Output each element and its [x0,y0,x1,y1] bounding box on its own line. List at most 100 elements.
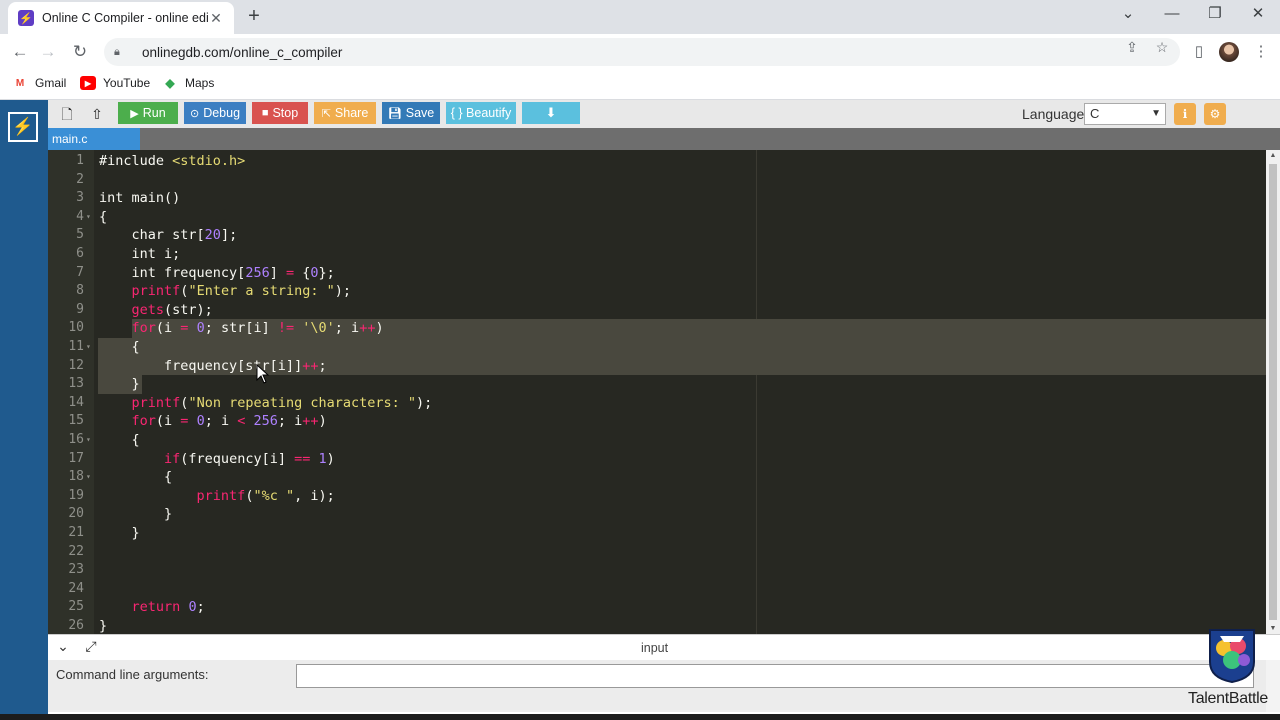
code-line[interactable]: 11 ▾ { [48,338,1266,357]
code-line[interactable]: 3 int main() [48,189,1266,208]
onlinegdb-logo-icon[interactable]: ⚡ [8,112,38,142]
code-line[interactable]: 14 printf("Non repeating characters: "); [48,394,1266,413]
download-button[interactable]: ⬇ [522,102,580,124]
code-line[interactable]: 19 printf("%c ", i); [48,487,1266,506]
tab-close-icon[interactable]: ✕ [208,10,224,27]
forward-arrow-icon[interactable]: → [36,40,60,64]
code-token: printf [131,394,181,411]
expand-icon[interactable]: ⤢ [82,638,100,655]
code-line[interactable]: 5 char str[20]; [48,226,1266,245]
minimize-button[interactable]: — [1152,4,1192,24]
collapse-chevron-icon[interactable]: ⌄ [54,638,72,655]
code-token: == [294,450,311,467]
tab-search-icon[interactable]: ⌄ [1108,4,1148,24]
run-label: Run [142,106,166,120]
io-panel-header: ⌄ ⤢ input [48,634,1280,660]
bookmark-label: YouTube [103,76,151,90]
screen: ⚡ Online C Compiler - online editor ✕ + … [0,0,1280,720]
browser-menu-icon[interactable]: ⋮ [1249,40,1273,64]
fold-arrow-icon[interactable]: ▾ [86,208,91,227]
code-token: gets [131,301,165,318]
code-line[interactable]: 20 } [48,505,1266,524]
code-line[interactable]: 15 for(i = 0; i < 256; i++) [48,412,1266,431]
url-omnibox[interactable]: 🔒︎ onlinegdb.com/online_c_compiler [104,38,1180,66]
save-icon: 💾︎ [387,107,402,120]
talentbattle-watermark: TalentBattle [1186,626,1276,714]
input-tab-label[interactable]: input [641,641,668,655]
line-number: 9 [76,301,84,317]
browser-tab[interactable]: ⚡ Online C Compiler - online editor ✕ [8,2,234,34]
debug-button[interactable]: ⊙ Debug [184,102,246,124]
save-button[interactable]: 💾︎ Save [382,102,440,124]
code-line[interactable]: 21 } [48,524,1266,543]
fold-arrow-icon[interactable]: ▾ [86,431,91,450]
code-token: , i); [294,487,335,504]
tab-main-c[interactable]: main.c [48,128,140,150]
share-button[interactable]: ⇱ Share [314,102,376,124]
command-line-arguments-label: Command line arguments: [56,667,209,682]
code-line[interactable]: 26} [48,617,1266,634]
code-line[interactable]: 16 ▾ { [48,431,1266,450]
code-editor[interactable]: 1 #include <stdio.h> 2 3 int main() 4 ▾{5 char… [48,150,1266,634]
code-line[interactable]: 12 frequency[str[i]]++; [48,357,1266,376]
scroll-up-icon[interactable]: ▲ [1266,152,1280,159]
new-tab-button[interactable]: + [244,6,264,26]
code-line[interactable]: 7 int frequency[256] = {0}; [48,264,1266,283]
code-line[interactable]: 23 [48,561,1266,580]
code-line[interactable]: 2 [48,171,1266,190]
beautify-button[interactable]: { } Beautify [446,102,516,124]
share-page-icon[interactable]: ⇪ [1123,39,1141,56]
code-line[interactable]: 8 printf("Enter a string: "); [48,282,1266,301]
bookmark-maps[interactable]: ◆ Maps [162,76,214,90]
back-arrow-icon[interactable]: ← [8,40,32,64]
scrollbar-thumb[interactable] [1269,164,1277,620]
code-line[interactable]: 10 for(i = 0; str[i] != '\0'; i++) [48,319,1266,338]
bookmark-star-icon[interactable]: ☆ [1153,39,1171,56]
command-line-arguments-input[interactable] [296,664,1254,688]
bookmark-gmail[interactable]: M Gmail [12,76,67,90]
code-line[interactable]: 24 [48,580,1266,599]
code-line[interactable]: 22 [48,543,1266,562]
language-select[interactable]: C ▼ [1084,103,1166,125]
stop-button[interactable]: ■ Stop [252,102,308,124]
fold-arrow-icon[interactable]: ▾ [86,338,91,357]
code-token: } [99,506,173,523]
lock-icon[interactable]: 🔒︎ [114,46,128,59]
code-line[interactable]: 4 ▾ { [48,208,1266,227]
upload-icon[interactable]: ⇧ [86,104,108,124]
code-text: { [99,468,172,487]
info-icon[interactable]: ℹ [1174,103,1196,125]
code-text: printf("Enter a string: "); [99,282,352,301]
code-line[interactable]: 1 #include <stdio.h> [48,152,1266,171]
code-line[interactable]: 13 } [48,375,1266,394]
stop-label: Stop [272,106,299,120]
code-token: 256 [253,413,278,430]
url-text[interactable]: onlinegdb.com/online_c_compiler [142,45,342,60]
code-line[interactable]: 17 if(frequency[i] == 1) [48,450,1266,469]
code-line[interactable]: 6 int i; [48,245,1266,264]
close-window-button[interactable]: ✕ [1238,4,1278,24]
code-line[interactable]: 25 return 0; [48,598,1266,617]
code-token: != [277,320,295,337]
bookmark-youtube[interactable]: ▶ YouTube [80,76,150,90]
gear-icon[interactable]: ⚙ [1204,103,1226,125]
code-text: } [99,617,107,634]
code-text: char str[20]; [99,226,238,245]
restore-button[interactable]: ❐ [1195,4,1235,24]
new-file-icon[interactable]: 🗋︎ [56,104,78,124]
editor-scrollbar[interactable]: ▲ ▼ [1266,150,1280,634]
code-line[interactable]: 9 gets(str); [48,301,1266,320]
line-number: 26 [68,618,84,633]
code-text: { [99,208,107,227]
code-token: }; [318,264,335,281]
run-button[interactable]: ▶ Run [118,102,178,124]
reload-icon[interactable]: ↻ [68,40,92,64]
profile-avatar[interactable] [1219,42,1239,62]
side-panel-icon[interactable]: ▯ [1187,40,1211,64]
line-number: 19 [68,487,84,503]
code-line[interactable]: 18 ▾ { [48,468,1266,487]
code-token: 1 [318,450,327,467]
fold-arrow-icon[interactable]: ▾ [86,468,91,487]
